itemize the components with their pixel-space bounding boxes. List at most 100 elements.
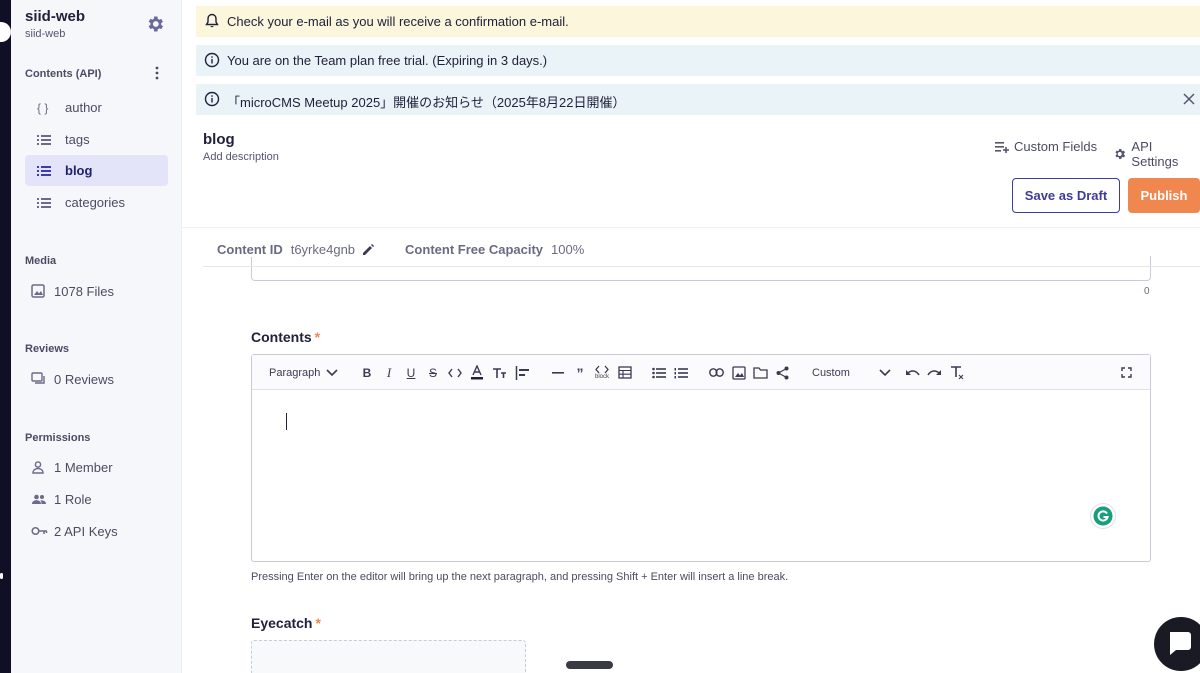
contents-field-label: Contents *: [251, 329, 320, 345]
header-divider: [182, 227, 1200, 228]
publish-button[interactable]: Publish: [1128, 178, 1200, 213]
link-icon[interactable]: [708, 364, 724, 381]
playlist-add-icon: [995, 141, 1009, 153]
grammarly-icon[interactable]: [1091, 504, 1115, 528]
fullscreen-icon[interactable]: [1118, 364, 1134, 381]
share-icon[interactable]: [775, 364, 790, 381]
api-settings-link[interactable]: API Settings: [1113, 139, 1200, 169]
custom-select-label: Custom: [812, 366, 850, 379]
code-block-icon[interactable]: block: [594, 364, 610, 381]
previous-field-input[interactable]: [251, 256, 1151, 281]
align-left-icon[interactable]: [514, 364, 530, 381]
sidebar-item-label: author: [65, 100, 102, 115]
image-icon[interactable]: [731, 364, 746, 381]
required-mark: *: [314, 329, 321, 345]
banner-text: You are on the Team plan free trial. (Ex…: [227, 53, 548, 68]
sidebar-item-reviews[interactable]: 0 Reviews: [31, 367, 114, 391]
folder-icon[interactable]: [753, 364, 768, 381]
sidebar-item-members[interactable]: 1 Member: [31, 455, 113, 479]
field-label-text: Eyecatch: [251, 615, 313, 631]
editor-toolbar: Paragraph B I U S ” block Custom: [252, 355, 1150, 390]
bullet-list-icon[interactable]: [651, 364, 667, 381]
sidebar-item-roles[interactable]: 1 Role: [31, 487, 92, 511]
key-icon: [31, 525, 53, 537]
person-icon: [31, 460, 53, 474]
clear-format-icon[interactable]: [949, 364, 965, 381]
sidebar-item-media[interactable]: 1078 Files: [31, 279, 114, 303]
paragraph-select-label: Paragraph: [269, 366, 321, 379]
chevron-down-icon: [326, 368, 338, 376]
paragraph-style-select[interactable]: Paragraph: [269, 364, 339, 381]
api-keys-count: 2 API Keys: [54, 523, 118, 539]
gear-icon[interactable]: [145, 14, 165, 34]
info-icon: [204, 91, 220, 107]
sidebar-item-label: categories: [65, 195, 125, 210]
content-meta: Content ID t6yrke4gnb Content Free Capac…: [217, 242, 585, 257]
inline-code-icon[interactable]: [447, 364, 463, 381]
eyecatch-field-label: Eyecatch *: [251, 615, 321, 631]
text-color-icon[interactable]: [470, 364, 484, 381]
rich-text-editor[interactable]: Paragraph B I U S ” block Custom: [251, 354, 1151, 562]
pencil-icon[interactable]: [361, 243, 375, 257]
custom-fields-label: Custom Fields: [1014, 139, 1098, 154]
character-counter: 0: [1144, 286, 1150, 297]
italic-icon[interactable]: I: [382, 364, 396, 381]
strikethrough-icon[interactable]: S: [426, 364, 440, 381]
custom-fields-link[interactable]: Custom Fields: [995, 139, 1097, 154]
app-logo[interactable]: [0, 22, 11, 42]
sidebar-item-author[interactable]: { } author: [25, 92, 168, 123]
support-chat-button[interactable]: [1154, 617, 1200, 671]
close-icon[interactable]: [1182, 92, 1196, 106]
bold-icon[interactable]: B: [360, 364, 374, 381]
meetup-banner: 「microCMS Meetup 2025」開催のお知らせ（2025年8月22日…: [196, 84, 1200, 115]
blockquote-icon[interactable]: ”: [573, 364, 587, 381]
sidebar-item-label: blog: [65, 163, 93, 178]
sidebar-item-label: tags: [65, 132, 90, 147]
contents-section-title: Contents (API): [25, 68, 102, 80]
horizontal-rule-icon[interactable]: [551, 364, 565, 381]
eyecatch-upload-area[interactable]: [251, 640, 526, 673]
app-rail: [0, 0, 11, 673]
table-icon[interactable]: [617, 364, 632, 381]
media-files-count: 1078 Files: [54, 283, 114, 299]
sidebar-item-api-keys[interactable]: 2 API Keys: [31, 519, 118, 543]
chat-bubble-icon: [1170, 632, 1191, 655]
image-icon: [31, 284, 53, 298]
sidebar: siid-web siid-web Contents (API) { } aut…: [11, 0, 182, 673]
service-name[interactable]: siid-web: [25, 8, 85, 25]
rail-indicator: [0, 573, 3, 579]
code-block-caption: block: [594, 374, 609, 380]
chevron-down-icon: [879, 368, 891, 376]
banner-text[interactable]: 「microCMS Meetup 2025」開催のお知らせ（2025年8月22日…: [227, 92, 626, 111]
undo-icon[interactable]: [904, 364, 920, 381]
save-as-draft-button[interactable]: Save as Draft: [1012, 178, 1120, 213]
reviews-section-title: Reviews: [25, 343, 70, 355]
review-chat-icon: [31, 372, 53, 386]
content-id-value: t6yrke4gnb: [290, 242, 356, 257]
scroll-handle[interactable]: [566, 661, 613, 669]
email-confirmation-banner: Check your e-mail as you will receive a …: [196, 6, 1200, 37]
bell-icon: [205, 13, 219, 28]
meta-divider: [203, 266, 1200, 267]
permissions-section-title: Permissions: [25, 432, 91, 444]
sidebar-item-blog[interactable]: blog: [25, 155, 168, 186]
underline-icon[interactable]: U: [404, 364, 418, 381]
sidebar-item-categories[interactable]: categories: [25, 187, 168, 218]
add-description-link[interactable]: Add description: [203, 151, 279, 163]
list-icon: [37, 134, 59, 146]
capacity-value: 100%: [551, 242, 585, 257]
redo-icon[interactable]: [926, 364, 942, 381]
media-section-title: Media: [25, 255, 57, 267]
reviews-count: 0 Reviews: [54, 371, 114, 387]
capacity-label: Content Free Capacity: [405, 242, 544, 257]
sidebar-item-tags[interactable]: tags: [25, 124, 168, 155]
font-size-icon[interactable]: [492, 364, 507, 381]
members-count: 1 Member: [54, 459, 113, 475]
field-label-text: Contents: [251, 329, 312, 345]
kebab-menu-icon[interactable]: [155, 66, 159, 80]
required-mark: *: [315, 615, 321, 631]
numbered-list-icon[interactable]: [673, 364, 689, 381]
list-icon: [37, 165, 59, 177]
custom-field-select[interactable]: Custom: [812, 364, 892, 381]
object-braces-icon: { }: [37, 100, 49, 115]
